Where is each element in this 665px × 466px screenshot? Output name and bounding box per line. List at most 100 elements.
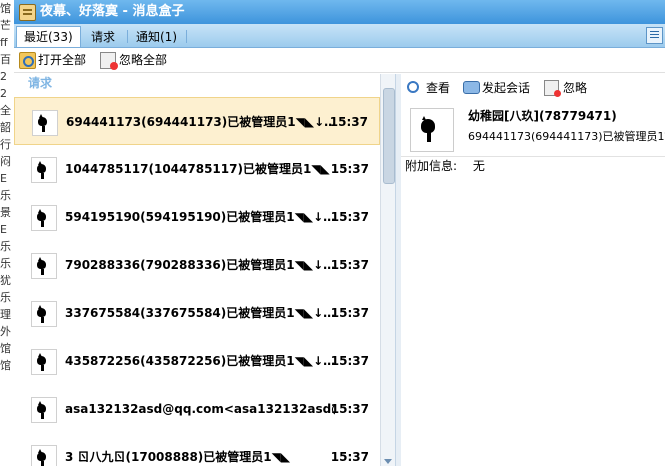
cat-avatar-icon [37,353,46,371]
scroll-down-arrow-icon[interactable] [384,459,392,464]
ignore-button[interactable]: 忽略 [544,80,588,97]
avatar [31,205,57,231]
view-label: 查看 [426,81,451,95]
bg-text: 乐 [0,291,11,304]
open-all-label: 打开全部 [38,53,87,67]
avatar [32,110,58,136]
cat-avatar-icon [37,305,46,323]
avatar [31,253,57,279]
avatar [31,397,57,423]
detail-toolbar: 查看 发起会话 忽略 [401,74,665,100]
tab-bar: 最近(33) 请求 通知(1) [14,24,665,48]
list-item-time: 15:37 [330,354,369,368]
list-item-text: 1044785117(1044785117)已被管理员1◥◣ [65,162,330,176]
list-item-text: 694441173(694441173)已被管理员1◥◣↓… [66,115,336,129]
list-item-time: 15:37 [330,402,369,416]
bg-text: 乐 [0,257,11,270]
avatar [31,349,57,375]
list-scrollbar[interactable] [380,74,395,466]
tab-separator [186,30,187,43]
bg-text: 馆 [0,342,11,355]
bg-text: E [0,223,7,236]
bg-text: 乐 [0,240,11,253]
list-item-time: 15:37 [330,162,369,176]
bg-text: 犹 [0,274,11,287]
list-menu-icon[interactable] [646,27,663,44]
list-item-text: 790288336(790288336)已被管理员1◥◣↓… [65,258,335,272]
list-item-text: asa132132asd@qq.com<asa132132asd@q… [65,402,335,416]
cat-avatar-icon [37,161,46,179]
start-chat-button[interactable]: 发起会话 [463,80,530,96]
list-item[interactable]: 594195190(594195190)已被管理员1◥◣↓… 15:37 [14,193,380,241]
cat-avatar-icon [37,401,46,419]
message-box-window: 夜幕、好落寞 - 消息盒子 最近(33) 请求 通知(1) 打开全部 忽略全部 … [14,0,665,466]
list-item-time: 15:37 [329,115,368,129]
extra-info-value: 无 [472,159,485,173]
cat-avatar-icon [421,116,435,142]
tab-notifications[interactable]: 通知(1) [129,27,184,47]
list-item[interactable]: 3 ㄖ八九ㄖ(17008888)已被管理员1◥◣ 15:37 [14,433,380,466]
extra-info-row: 附加信息: 无 [401,157,665,175]
chat-icon [463,81,480,94]
request-card: 幼稚园[八玖](78779471) 694441173(694441173)已被… [401,100,665,157]
view-button[interactable]: 查看 [407,80,450,96]
bg-text: ff [0,36,8,49]
ignore-all-label: 忽略全部 [119,53,168,67]
tab-separator [127,30,128,43]
bg-text: 景 [0,206,11,219]
bg-text: 闷 [0,155,11,168]
cat-avatar-icon [37,257,46,275]
bg-text: 外 [0,325,11,338]
list-item[interactable]: 337675584(337675584)已被管理员1◥◣↓… 15:37 [14,289,380,337]
open-all-icon [19,52,36,69]
avatar [31,301,57,327]
bg-text: 理 [0,308,11,321]
list-item[interactable]: 694441173(694441173)已被管理员1◥◣↓… 15:37 [14,97,380,145]
list-item[interactable]: 1044785117(1044785117)已被管理员1◥◣ 15:37 [14,145,380,193]
bg-text: 韶 [0,121,11,134]
window-title: 夜幕、好落寞 - 消息盒子 [40,4,185,19]
start-chat-label: 发起会话 [482,81,531,95]
open-all-button[interactable]: 打开全部 [19,52,87,69]
list-item-text: 3 ㄖ八九ㄖ(17008888)已被管理员1◥◣ [65,450,291,464]
bg-text: 2 [0,70,7,83]
magnifier-icon [407,81,419,93]
ignore-all-button[interactable]: 忽略全部 [100,52,168,70]
ignore-icon [544,80,561,97]
list-item-text: 337675584(337675584)已被管理员1◥◣↓… [65,306,335,320]
ignore-label: 忽略 [563,81,588,95]
cat-avatar-icon [37,209,46,227]
tab-requests[interactable]: 请求 [84,27,122,47]
list-item[interactable]: 435872256(435872256)已被管理员1◥◣↓… 15:37 [14,337,380,385]
list-item-time: 15:37 [330,210,369,224]
list-item-text: 435872256(435872256)已被管理员1◥◣↓… [65,354,335,368]
background-window-strip: 馆 芒 ff 百 2 2 全 韶 行 闷 E 乐 景 E 乐 乐 犹 乐 理 外… [0,0,15,466]
message-list-panel: 请求 694441173(694441173)已被管理员1◥◣↓… 15:37 … [14,74,395,466]
avatar [31,157,57,183]
detail-panel: 查看 发起会话 忽略 幼稚园[八玖](78779471) 694441173(6… [401,74,665,466]
ignore-all-icon [100,52,118,70]
avatar [31,445,57,466]
bg-text: 行 [0,138,11,151]
list-item-time: 15:37 [330,450,369,464]
group-avatar[interactable] [410,108,454,152]
bg-text: 全 [0,104,11,117]
list-item[interactable]: asa132132asd@qq.com<asa132132asd@q… 15:3… [14,385,380,433]
message-box-icon [19,4,36,21]
bg-text: 馆 [0,359,11,372]
list-item[interactable]: 790288336(790288336)已被管理员1◥◣↓… 15:37 [14,241,380,289]
bg-text: E [0,172,7,185]
extra-info-label: 附加信息: [405,159,458,173]
bg-text: 乐 [0,189,11,202]
bg-text: 馆 [0,2,11,15]
toolbar: 打开全部 忽略全部 [14,48,665,73]
bg-text: 芒 [0,19,11,32]
tab-recent[interactable]: 最近(33) [16,26,81,47]
scrollbar-thumb[interactable] [383,88,395,184]
bg-text: 2 [0,87,7,100]
group-name[interactable]: 幼稚园[八玖](78779471) [468,107,617,124]
list-item-time: 15:37 [330,306,369,320]
list-item-time: 15:37 [330,258,369,272]
bg-text: 百 [0,53,11,66]
title-bar[interactable]: 夜幕、好落寞 - 消息盒子 [14,0,665,24]
